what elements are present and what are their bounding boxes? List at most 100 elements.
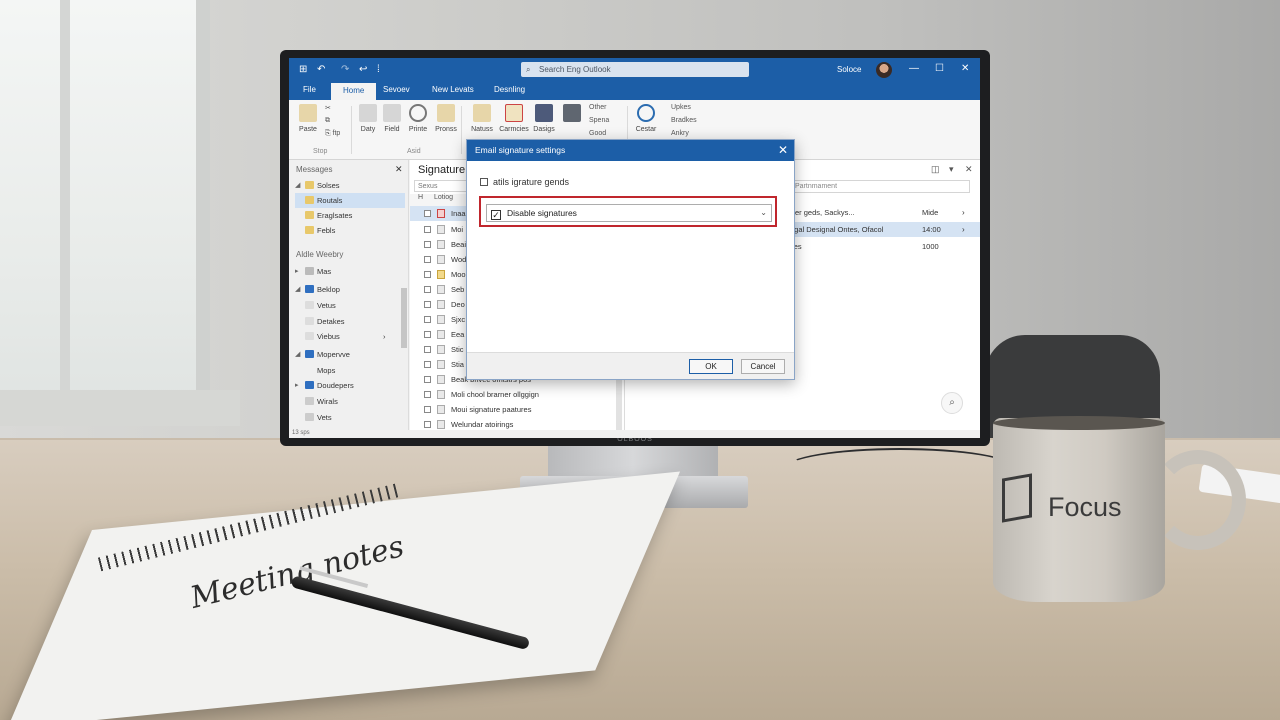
- copy-icon[interactable]: ⧉: [325, 117, 330, 125]
- folder-item[interactable]: Mops: [295, 363, 405, 378]
- pronss-label: Pronss: [435, 126, 457, 133]
- chevron-down-icon[interactable]: ▾: [949, 164, 954, 175]
- folder-item[interactable]: Viebus ›: [295, 329, 405, 344]
- folder-item[interactable]: Vetus: [295, 298, 405, 313]
- folder-item[interactable]: Detakes: [295, 314, 405, 329]
- list-item[interactable]: Moli chool brarner ollggign: [410, 387, 625, 402]
- tab-sevoev[interactable]: Sevoev: [383, 85, 410, 94]
- reading-pane-search[interactable]: Partnmament: [790, 180, 970, 193]
- row-checkbox[interactable]: [424, 421, 431, 428]
- disable-signatures-select[interactable]: ✓ Disable signatures ⌄: [486, 204, 772, 222]
- redo-icon[interactable]: ↷: [341, 64, 349, 75]
- pane-layout-icon[interactable]: ◫: [931, 164, 940, 175]
- row-checkbox[interactable]: [424, 391, 431, 398]
- minimize-icon[interactable]: —: [909, 63, 919, 74]
- row-checkbox[interactable]: [424, 361, 431, 368]
- ok-button[interactable]: OK: [689, 359, 733, 374]
- search-input[interactable]: ⌕ Search Eng Outlook: [521, 62, 749, 77]
- tab-home[interactable]: Home: [331, 83, 377, 100]
- mug-rim: [993, 416, 1165, 430]
- tab-new-levats[interactable]: New Levats: [432, 85, 474, 94]
- signature-layout-button[interactable]: [555, 104, 589, 126]
- reading-row[interactable]: tures1000: [785, 239, 980, 254]
- row-checkbox[interactable]: [424, 256, 431, 263]
- folder-label: Detakes: [317, 317, 345, 326]
- folder-icon: [305, 181, 314, 189]
- ankry-button[interactable]: Ankry: [671, 130, 689, 137]
- folder-scrollbar[interactable]: [401, 288, 407, 348]
- row-checkbox[interactable]: [424, 346, 431, 353]
- folder-label: Solses: [317, 181, 340, 190]
- folder-item[interactable]: ◢ Beklop: [295, 282, 405, 297]
- chevron-right-icon: ›: [962, 225, 965, 234]
- row-checkbox[interactable]: [424, 271, 431, 278]
- row-checkbox[interactable]: [424, 331, 431, 338]
- spena-dropdown[interactable]: Spena: [589, 117, 609, 124]
- folder-item[interactable]: ◢ Mopervve: [295, 347, 405, 362]
- tab-file[interactable]: File: [303, 85, 316, 94]
- column-header-h[interactable]: H: [418, 194, 423, 201]
- filter-input[interactable]: Sexus: [414, 180, 474, 192]
- folder-item[interactable]: ◢ Solses: [295, 178, 405, 193]
- folder-item[interactable]: Febls: [295, 223, 405, 238]
- option-checkbox[interactable]: atils igrature gends: [480, 177, 569, 187]
- folder-item[interactable]: Wirals: [295, 394, 405, 409]
- customize-toolbar-icon[interactable]: ⁞: [377, 64, 380, 75]
- folder-icon: [305, 196, 314, 204]
- natuss-button[interactable]: Natuss: [465, 104, 499, 133]
- disable-signatures-label: Disable signatures: [507, 208, 577, 218]
- paste-button[interactable]: Paste: [291, 104, 325, 133]
- message-subject: Moi: [451, 225, 464, 234]
- reading-row-selected[interactable]: Sagal Designal Ontes, Ofacol 14:00 ›: [785, 222, 980, 237]
- undo-icon[interactable]: ↶: [317, 64, 325, 75]
- maximize-icon[interactable]: ☐: [935, 63, 944, 74]
- folder-label: Viebus: [317, 332, 340, 341]
- close-pane-icon[interactable]: ✕: [395, 164, 403, 175]
- folder-icon: [305, 332, 314, 340]
- row-checkbox[interactable]: [424, 226, 431, 233]
- unchecked-checkbox-icon[interactable]: [480, 178, 488, 186]
- carmcies-button[interactable]: Carmcies: [497, 104, 531, 133]
- reading-row-text: fatier geds, Sackys...: [785, 208, 855, 217]
- folder-label: Febls: [317, 226, 336, 235]
- back-icon[interactable]: ↩: [359, 64, 367, 75]
- other-dropdown[interactable]: Other: [589, 104, 607, 111]
- bradkes-button[interactable]: Bradkes: [671, 117, 697, 124]
- row-checkbox[interactable]: [424, 301, 431, 308]
- message-subject: Eea: [451, 330, 465, 339]
- folder-item[interactable]: Vets: [295, 410, 405, 425]
- cestar-button[interactable]: Cestar: [629, 104, 663, 133]
- folder-icon: [305, 267, 314, 275]
- pronss-button[interactable]: Pronss: [429, 104, 463, 133]
- format-painter-icon[interactable]: ⎘ ftp: [325, 130, 340, 138]
- natuss-label: Natuss: [471, 126, 493, 133]
- dialog-close-icon[interactable]: ✕: [778, 140, 788, 161]
- close-icon[interactable]: ✕: [965, 164, 973, 175]
- outlook-window: ⊞ ↶ ↷ ↩ ⁞ ⌕ Search Eng Outlook Soloce — …: [289, 58, 980, 438]
- folder-item[interactable]: Eraglsates: [295, 208, 405, 223]
- zoom-search-icon[interactable]: ⌕: [941, 392, 963, 414]
- folder-item[interactable]: ▸ Doudepers: [295, 378, 405, 393]
- reading-row[interactable]: fatier geds, Sackys... Mide ›: [785, 205, 980, 220]
- message-subject: Moo: [451, 270, 466, 279]
- folder-item-selected[interactable]: Routals: [295, 193, 405, 208]
- column-header-name[interactable]: Lotiog: [434, 194, 453, 201]
- list-item[interactable]: Moui signature paatures: [410, 402, 625, 417]
- row-checkbox[interactable]: [424, 376, 431, 383]
- cancel-button[interactable]: Cancel: [741, 359, 785, 374]
- row-checkbox[interactable]: [424, 316, 431, 323]
- row-checkbox[interactable]: [424, 241, 431, 248]
- tab-desnling[interactable]: Desnling: [494, 85, 525, 94]
- cut-icon[interactable]: ✂: [325, 104, 331, 112]
- folder-item[interactable]: ▸ Mas: [295, 264, 405, 279]
- row-checkbox[interactable]: [424, 406, 431, 413]
- checked-checkbox-icon[interactable]: ✓: [491, 210, 501, 220]
- close-icon[interactable]: ✕: [961, 63, 969, 74]
- upkes-button[interactable]: Upkes: [671, 104, 691, 111]
- folder-label: Vets: [317, 413, 332, 422]
- good-dropdown[interactable]: Good: [589, 130, 606, 137]
- mug-logo-icon: [1002, 473, 1032, 523]
- avatar[interactable]: [876, 62, 892, 78]
- row-checkbox[interactable]: [424, 286, 431, 293]
- row-checkbox[interactable]: [424, 210, 431, 217]
